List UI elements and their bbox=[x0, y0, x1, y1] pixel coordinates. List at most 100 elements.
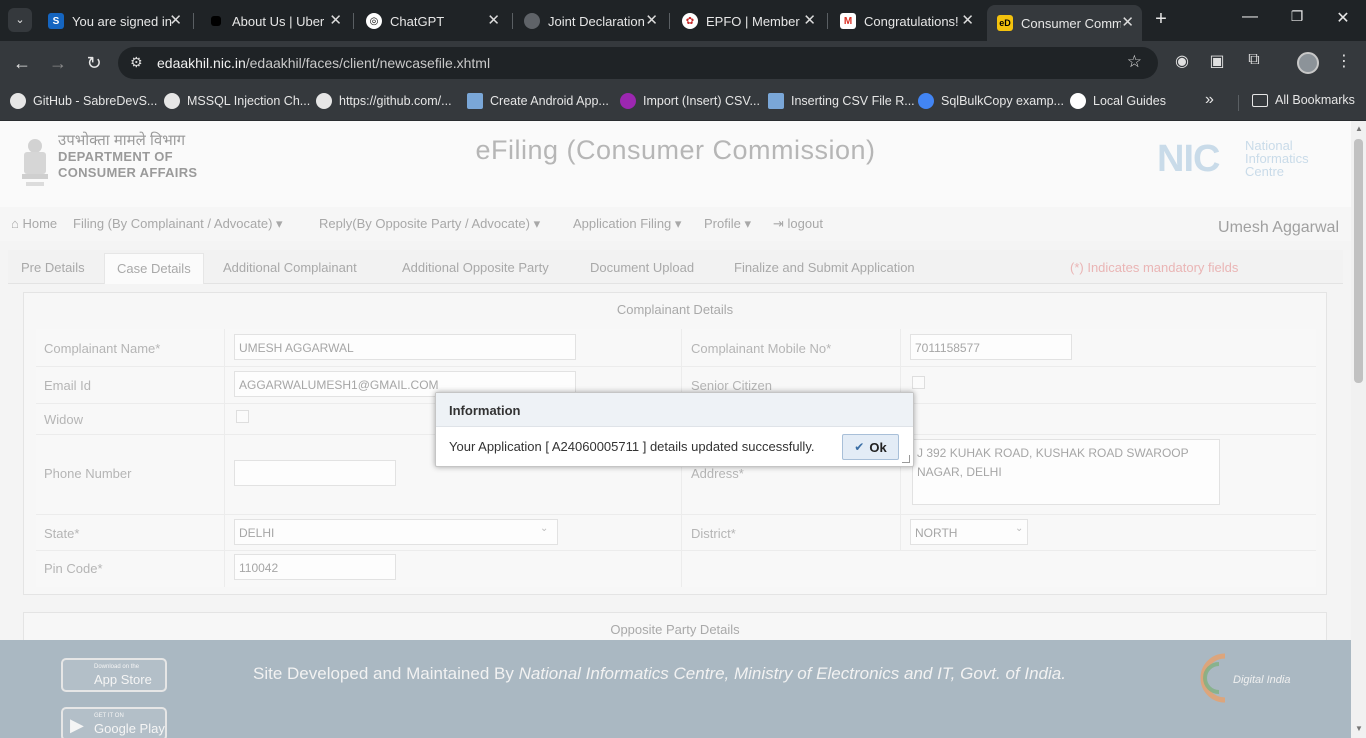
form-row: Pin Code* 110042 bbox=[36, 551, 1316, 587]
scroll-up-icon[interactable]: ▲ bbox=[1355, 124, 1363, 133]
select-district[interactable]: NORTH bbox=[910, 519, 1028, 545]
scroll-down-icon[interactable]: ▼ bbox=[1355, 724, 1363, 733]
app-store-label: App Store bbox=[94, 672, 152, 687]
google-play-label: Google Play bbox=[94, 721, 165, 736]
caret-down-icon: ▾ bbox=[529, 216, 541, 231]
close-icon[interactable]: ✕ bbox=[645, 12, 658, 30]
chevron-down-icon[interactable]: ⌄ bbox=[540, 523, 548, 534]
checkbox-senior-citizen[interactable] bbox=[912, 376, 925, 389]
bookmark-item[interactable]: GitHub - SabreDevS... bbox=[10, 93, 157, 109]
digital-india-text: Digital India bbox=[1233, 674, 1291, 686]
google-play-small-text: GET IT ON bbox=[94, 713, 124, 719]
browser-tab-2[interactable]: About Us | Uber ✕ bbox=[198, 6, 350, 36]
s-icon: S bbox=[48, 13, 64, 29]
tab-additional-opposite-party[interactable]: Additional Opposite Party bbox=[402, 260, 549, 275]
reload-icon[interactable]: ↻ bbox=[81, 51, 107, 75]
input-phone[interactable] bbox=[234, 460, 396, 486]
app-store-small-text: Download on the bbox=[94, 664, 140, 670]
forward-icon[interactable]: → bbox=[45, 51, 71, 75]
stackoverflow-icon bbox=[768, 93, 784, 109]
browser-tab-3[interactable]: ◎ ChatGPT ✕ bbox=[356, 6, 508, 36]
bookmark-item[interactable]: Create Android App... bbox=[467, 93, 609, 109]
input-complainant-name[interactable]: UMESH AGGARWAL bbox=[234, 334, 576, 360]
bookmark-item[interactable]: SqlBulkCopy examp... bbox=[918, 93, 1064, 109]
menu-kebab-icon[interactable]: ⋮ bbox=[1332, 51, 1356, 71]
tab-finalize-submit[interactable]: Finalize and Submit Application bbox=[734, 260, 915, 275]
browser-tab-7-active[interactable]: eD Consumer Comm ✕ bbox=[987, 5, 1142, 41]
browser-tab-5[interactable]: ✿ EPFO | Member ✕ bbox=[672, 6, 824, 36]
bookmark-star-icon[interactable]: ☆ bbox=[1127, 52, 1142, 72]
app-store-button[interactable]: Download on the App Store bbox=[61, 658, 167, 692]
ok-label: Ok bbox=[869, 439, 887, 455]
browser-tab-1[interactable]: S You are signed in ✕ bbox=[38, 6, 190, 36]
logged-in-user: Umesh Aggarwal bbox=[1218, 219, 1339, 236]
caret-down-icon: ▾ bbox=[272, 216, 283, 231]
digital-india-logo: Digital India bbox=[1185, 648, 1290, 708]
bookmark-item[interactable]: Import (Insert) CSV... bbox=[620, 93, 760, 109]
label-complainant-name: Complainant Name* bbox=[44, 341, 161, 356]
new-tab-button[interactable]: + bbox=[1151, 8, 1171, 30]
close-icon[interactable]: ✕ bbox=[329, 12, 342, 30]
browser-tab-4[interactable]: Joint Declaration ✕ bbox=[514, 6, 666, 36]
tab-document-upload[interactable]: Document Upload bbox=[590, 260, 694, 275]
close-icon[interactable]: ✕ bbox=[1121, 14, 1134, 32]
browser-tab-6[interactable]: M Congratulations! ✕ bbox=[830, 6, 982, 36]
bookmark-item[interactable]: https://github.com/... bbox=[316, 93, 452, 109]
ok-button[interactable]: ✔ Ok bbox=[842, 434, 899, 460]
more-bookmarks-icon[interactable]: » bbox=[1205, 91, 1214, 109]
globe-icon bbox=[164, 93, 180, 109]
address-bar[interactable]: ⚙ edaakhil.nic.in/edaakhil/faces/client/… bbox=[118, 47, 1158, 79]
select-state[interactable]: DELHI bbox=[234, 519, 558, 545]
menu-reply[interactable]: Reply(By Opposite Party / Advocate) ▾ bbox=[319, 216, 540, 232]
close-icon[interactable]: ✕ bbox=[961, 12, 974, 30]
menu-profile[interactable]: Profile ▾ bbox=[704, 216, 751, 232]
input-pin-code[interactable]: 110042 bbox=[234, 554, 396, 580]
footer-credit: Site Developed and Maintained By Nationa… bbox=[253, 664, 1066, 683]
scrollbar-thumb[interactable] bbox=[1354, 139, 1363, 383]
bookmark-item[interactable]: MSSQL Injection Ch... bbox=[164, 93, 310, 109]
profile-avatar[interactable] bbox=[1297, 52, 1319, 74]
menu-home[interactable]: ⌂ Home bbox=[11, 216, 57, 231]
site-icon bbox=[918, 93, 934, 109]
checkbox-widow[interactable] bbox=[236, 410, 249, 423]
globe-icon bbox=[524, 13, 540, 29]
bookmarks-bar: GitHub - SabreDevS... MSSQL Injection Ch… bbox=[0, 85, 1366, 121]
input-mobile[interactable]: 7011158577 bbox=[910, 334, 1072, 360]
menu-logout[interactable]: ⇥ logout bbox=[773, 216, 823, 232]
site-footer: Download on the App Store ▶ GET IT ON Go… bbox=[0, 640, 1351, 738]
label-state: State* bbox=[44, 526, 80, 541]
extension-icon[interactable]: ▣ bbox=[1205, 51, 1229, 71]
resize-grip-icon[interactable] bbox=[902, 455, 910, 463]
site-info-icon[interactable]: ⚙ bbox=[130, 54, 143, 71]
close-icon[interactable]: ✕ bbox=[169, 12, 182, 30]
close-icon[interactable]: ✕ bbox=[487, 12, 500, 30]
window-close-icon[interactable]: ✕ bbox=[1328, 8, 1358, 28]
google-play-button[interactable]: ▶ GET IT ON Google Play bbox=[61, 707, 167, 738]
screenshot-icon[interactable]: ◉ bbox=[1170, 51, 1194, 71]
tab-title: Consumer Comm bbox=[1021, 15, 1121, 31]
label-phone: Phone Number bbox=[44, 466, 132, 481]
all-bookmarks-item[interactable]: All Bookmarks bbox=[1252, 93, 1355, 107]
close-icon[interactable]: ✕ bbox=[803, 12, 816, 30]
back-icon[interactable]: ← bbox=[9, 51, 35, 75]
bookmark-item[interactable]: Local Guides bbox=[1070, 93, 1166, 109]
tab-additional-complainant[interactable]: Additional Complainant bbox=[223, 260, 357, 275]
chatgpt-icon: ◎ bbox=[366, 13, 382, 29]
restore-icon[interactable]: ❐ bbox=[1282, 8, 1312, 25]
label-district: District* bbox=[691, 526, 736, 541]
dialog-message: Your Application [ A24060005711 ] detail… bbox=[449, 439, 815, 454]
chevron-down-icon[interactable]: ⌄ bbox=[1015, 523, 1023, 534]
label-senior-citizen: Senior Citizen bbox=[691, 378, 772, 393]
minimize-icon[interactable]: — bbox=[1235, 8, 1265, 26]
play-icon: ▶ bbox=[70, 715, 84, 735]
bookmark-item[interactable]: Inserting CSV File R... bbox=[768, 93, 915, 109]
tab-pre-details[interactable]: Pre Details bbox=[21, 260, 85, 275]
page-scrollbar[interactable]: ▲ ▼ bbox=[1351, 121, 1366, 738]
tab-search-button[interactable]: ⌄ bbox=[8, 8, 32, 32]
tab-case-details[interactable]: Case Details bbox=[104, 253, 204, 284]
url-path: /edaakhil/faces/client/newcasefile.xhtml bbox=[245, 55, 491, 71]
input-address[interactable]: J 392 KUHAK ROAD, KUSHAK ROAD SWAROOP NA… bbox=[912, 439, 1220, 505]
menu-filing[interactable]: Filing (By Complainant / Advocate) ▾ bbox=[73, 216, 283, 232]
menu-application-filing[interactable]: Application Filing ▾ bbox=[573, 216, 681, 232]
extensions-puzzle-icon[interactable]: ⧉ bbox=[1242, 51, 1266, 69]
